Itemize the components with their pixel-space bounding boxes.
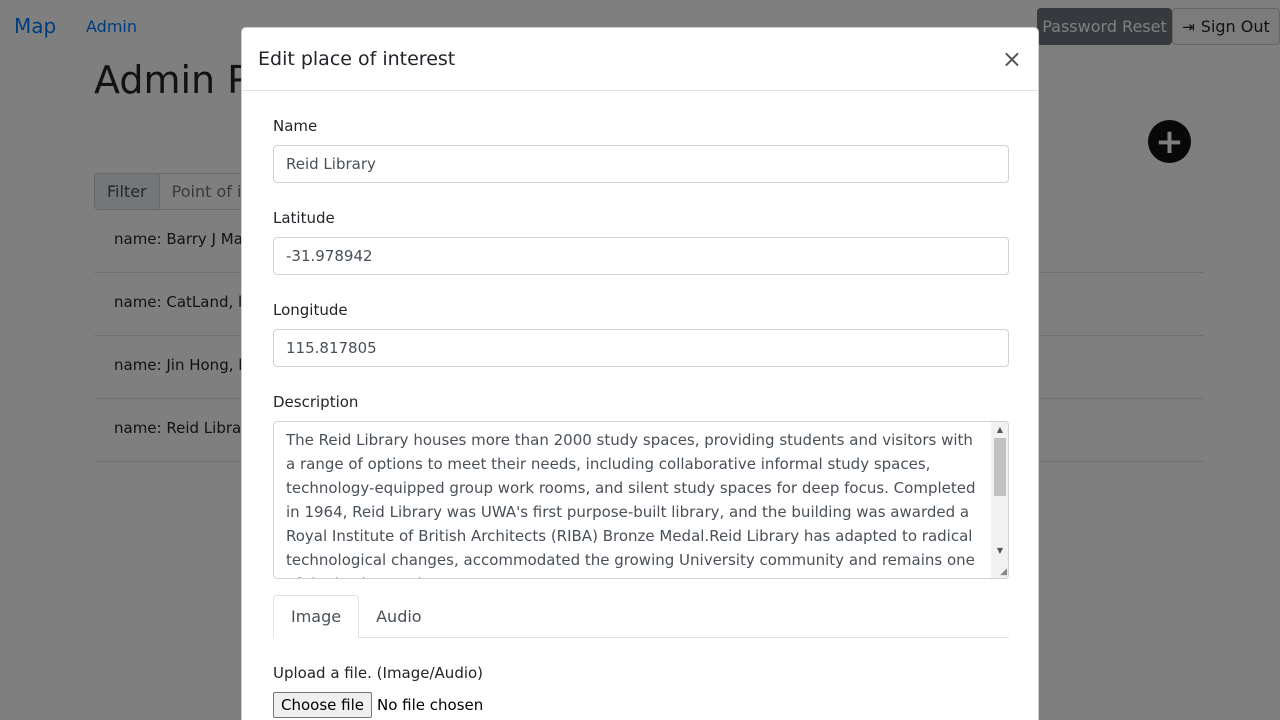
description-textarea[interactable]: The Reid Library houses more than 2000 s… xyxy=(273,421,1009,579)
resize-grip-icon[interactable]: ◢ xyxy=(1000,567,1007,577)
longitude-input[interactable]: 115.817805 xyxy=(273,329,1009,367)
upload-label: Upload a file. (Image/Audio) xyxy=(273,664,484,682)
description-text: The Reid Library houses more than 2000 s… xyxy=(286,431,976,578)
file-status: No file chosen xyxy=(377,696,484,714)
longitude-label: Longitude xyxy=(273,301,348,319)
scroll-up-icon[interactable]: ▲ xyxy=(997,425,1003,434)
close-icon[interactable]: × xyxy=(1002,47,1022,71)
scroll-thumb[interactable] xyxy=(994,438,1006,496)
latitude-input[interactable]: -31.978942 xyxy=(273,237,1009,275)
tab-image[interactable]: Image xyxy=(273,595,360,638)
modal-header: Edit place of interest × xyxy=(242,28,1038,91)
media-tabs: Image Audio xyxy=(273,595,1009,638)
latitude-label: Latitude xyxy=(273,209,335,227)
file-input: Choose file No file chosen xyxy=(273,692,1007,718)
modal-body: Name Reid Library Latitude -31.978942 Lo… xyxy=(242,91,1038,718)
choose-file-button[interactable]: Choose file xyxy=(273,692,372,718)
scroll-down-icon[interactable]: ▼ xyxy=(997,546,1003,555)
modal-title: Edit place of interest xyxy=(258,48,456,70)
tab-audio[interactable]: Audio xyxy=(359,595,438,637)
name-label: Name xyxy=(273,117,318,135)
edit-poi-modal: Edit place of interest × Name Reid Libra… xyxy=(241,27,1039,720)
name-input[interactable]: Reid Library xyxy=(273,145,1009,183)
textarea-scrollbar[interactable]: ▲ ▼ xyxy=(991,422,1008,578)
description-label: Description xyxy=(273,393,359,411)
